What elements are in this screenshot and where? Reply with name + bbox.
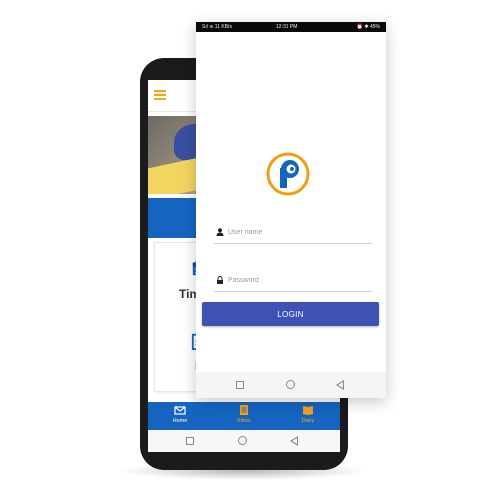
password-field bbox=[214, 270, 372, 292]
recent-apps-icon[interactable] bbox=[186, 437, 194, 445]
menu-icon[interactable] bbox=[154, 90, 166, 100]
nav-item-home[interactable]: Home bbox=[160, 404, 200, 424]
nav-item-inbox[interactable]: Inbox bbox=[224, 404, 264, 424]
book-icon bbox=[303, 406, 313, 415]
status-battery: ⏰ ✱ 45% bbox=[356, 24, 380, 30]
back-icon[interactable] bbox=[336, 380, 344, 390]
system-navigation-bar bbox=[196, 372, 386, 398]
status-bar: Sıl ≋ 11 KB/s 12:31 PM ⏰ ✱ 45% bbox=[196, 22, 386, 32]
recent-apps-icon[interactable] bbox=[236, 381, 244, 389]
nav-label-inbox: Inbox bbox=[237, 418, 251, 424]
login-button[interactable]: LOGIN bbox=[202, 302, 379, 326]
nav-label-diary: Diary bbox=[301, 418, 315, 424]
status-signal: Sıl ≋ 11 KB/s bbox=[202, 24, 232, 30]
nav-label-home: Home bbox=[172, 418, 188, 424]
bottom-navigation: Home Inbox Diary bbox=[148, 402, 340, 430]
login-screen: Sıl ≋ 11 KB/s 12:31 PM ⏰ ✱ 45% LOGIN bbox=[196, 22, 386, 398]
app-logo bbox=[266, 152, 310, 196]
home-button-icon[interactable] bbox=[286, 380, 295, 389]
home-button-icon[interactable] bbox=[238, 436, 247, 445]
home-icon bbox=[174, 406, 186, 415]
system-navigation-bar bbox=[148, 430, 340, 452]
nav-item-diary[interactable]: Diary bbox=[288, 404, 328, 424]
lock-icon bbox=[217, 276, 223, 284]
inbox-icon bbox=[240, 405, 248, 415]
status-time: 12:31 PM bbox=[276, 24, 298, 30]
username-input[interactable] bbox=[228, 224, 368, 240]
back-icon[interactable] bbox=[290, 436, 298, 446]
password-input[interactable] bbox=[228, 272, 368, 288]
username-field bbox=[214, 222, 372, 244]
person-icon bbox=[216, 228, 224, 236]
